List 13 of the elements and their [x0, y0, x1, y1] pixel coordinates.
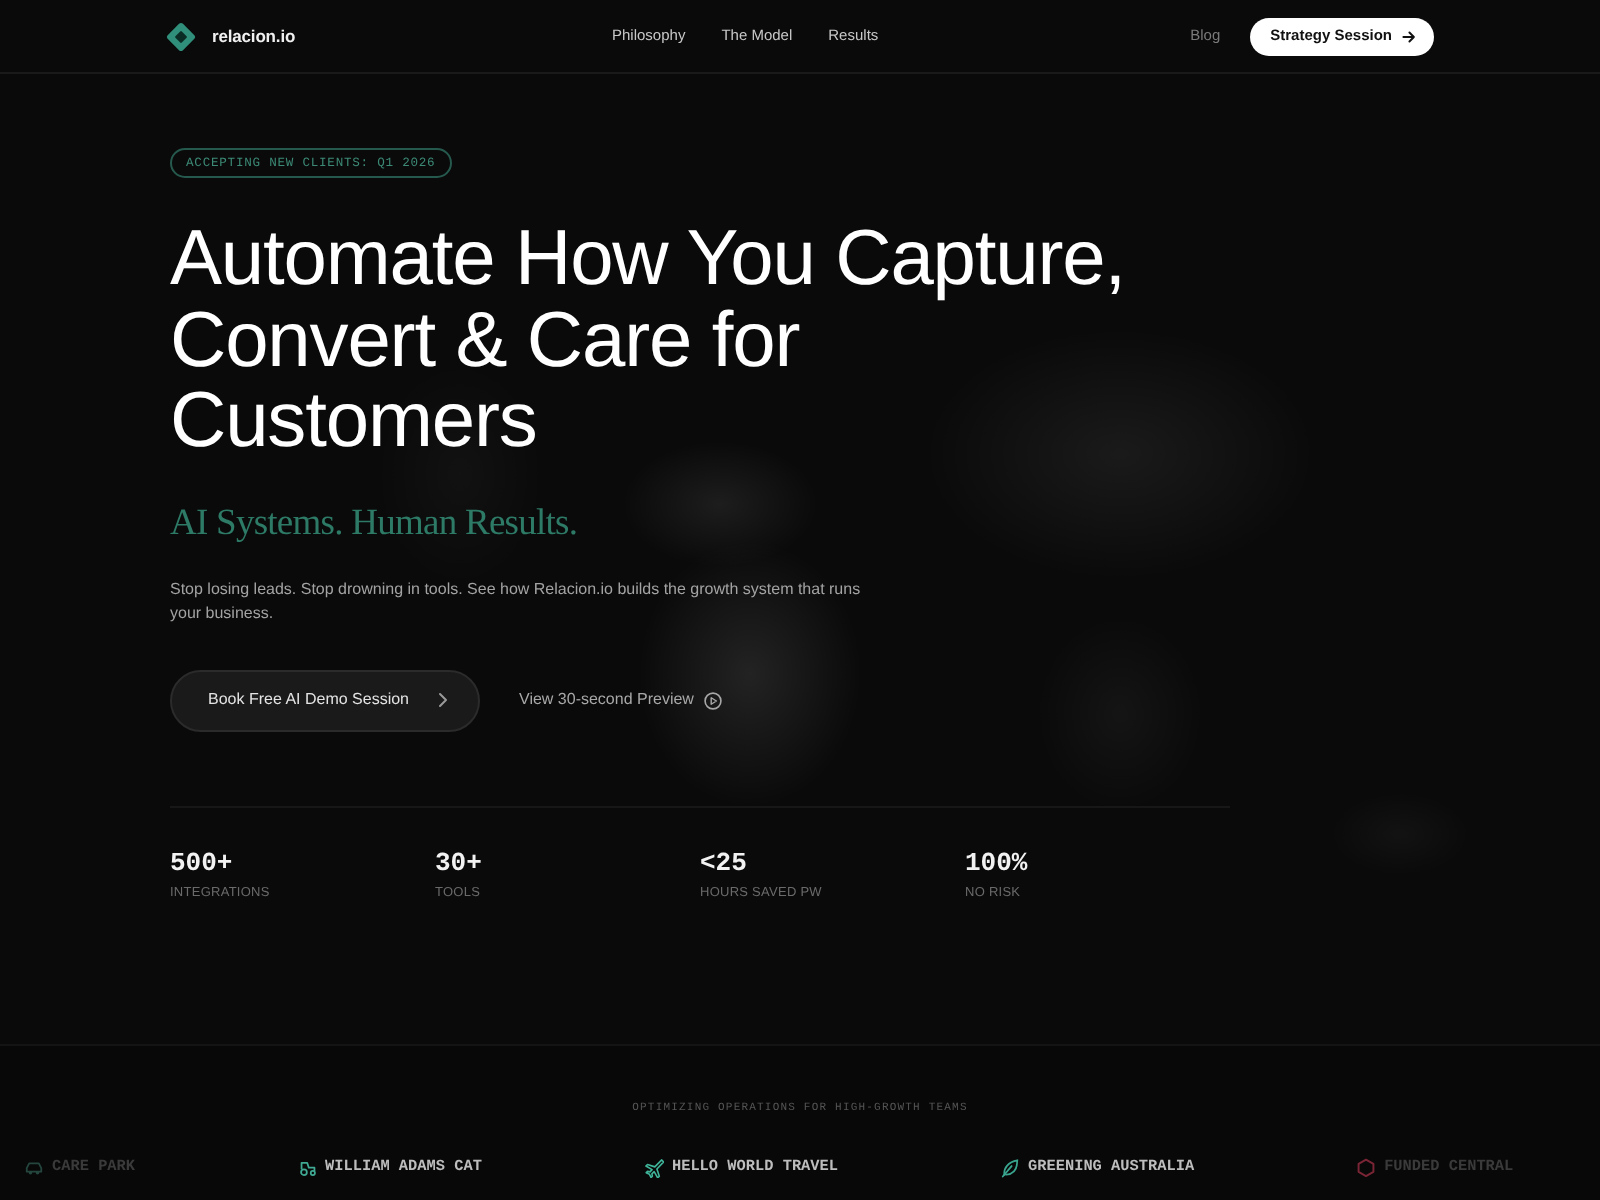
stat-value: <25	[700, 847, 747, 879]
stat-value: 100%	[965, 847, 1028, 879]
chevron-right-icon	[437, 692, 447, 708]
demo-session-button[interactable]: Book Free AI Demo Session	[170, 669, 479, 731]
stat-value: 500+	[170, 847, 233, 879]
stat-value: 30+	[435, 847, 482, 879]
hero-heading: Automate How You Capture, Convert & Care for Customers	[170, 220, 1126, 463]
preview-link[interactable]: View 30-second Preview	[519, 688, 722, 712]
brand-name: relacion.io	[212, 23, 296, 49]
play-circle-icon	[703, 691, 722, 709]
hero-description: Stop losing leads. Stop drowning in tools. See how Relacion.io builds the growth system that runs your business.	[170, 577, 863, 625]
arrow-right-icon	[1402, 29, 1416, 43]
hero-tagline: AI Systems. Human Results.	[170, 501, 578, 547]
